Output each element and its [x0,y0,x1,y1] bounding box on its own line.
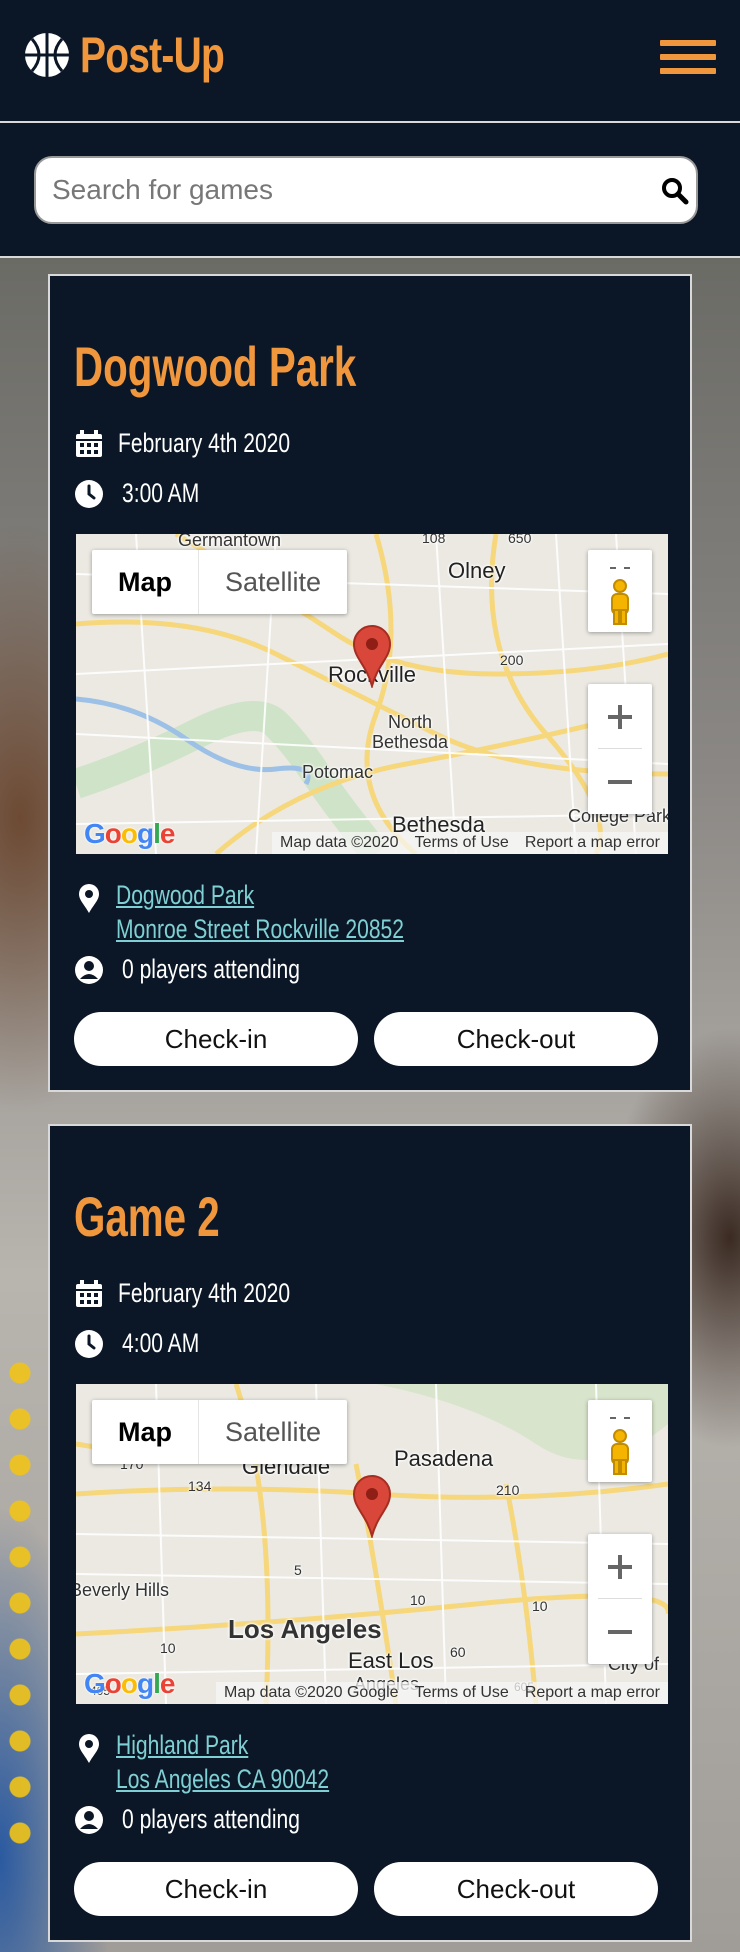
attendance-row: 0 players attending [74,1804,350,1835]
calendar-icon [76,429,102,457]
map-terms-link[interactable]: Terms of Use [406,1682,517,1704]
game-date-row: February 4th 2020 [74,428,339,459]
map-type-satellite-button[interactable]: Satellite [198,550,347,614]
map-type-map-button[interactable]: Map [92,550,198,614]
map-data-attribution: Map data ©2020 Google [216,1682,407,1704]
game-address-row: Dogwood Park Monroe Street Rockville 208… [74,878,485,946]
map-label: Germantown [178,534,282,550]
app-logo[interactable]: Post-Up [24,30,265,80]
map-label: 134 [188,1478,212,1494]
map-label: 10 [410,1592,426,1608]
check-in-button[interactable]: Check-in [74,1862,358,1916]
search-icon[interactable] [660,176,690,206]
zoom-out-icon[interactable] [588,749,652,814]
game-time-row: 4:00 AM [74,1328,221,1359]
app-name: Post-Up [80,27,225,83]
clock-icon [75,479,103,508]
map-label: North [388,712,433,732]
attending-count: 0 players attending [122,1804,300,1834]
map-report-link[interactable]: Report a map error [516,832,668,854]
address-link-street[interactable]: Monroe Street Rockville 20852 [116,912,404,946]
game-address-row: Highland Park Los Angeles CA 90042 [74,1728,389,1796]
zoom-out-icon[interactable] [588,1599,652,1664]
map-label: 200 [500,652,524,668]
game-card: Game 2 February 4th 2020 4:00 AM Glendal… [48,1124,692,1942]
basketball-icon [25,33,69,77]
user-circle-icon [75,955,103,984]
search-bar-section [0,125,740,258]
map-label: Potomac [302,762,374,782]
hamburger-menu-icon[interactable] [660,40,716,82]
map-report-link[interactable]: Report a map error [516,1682,668,1704]
game-date-row: February 4th 2020 [74,1278,339,1309]
user-circle-icon [75,1805,103,1834]
address-link-street[interactable]: Los Angeles CA 90042 [116,1762,329,1796]
location-pin-icon [79,1734,99,1763]
search-input[interactable] [52,168,612,212]
map-label: 5 [294,1562,302,1578]
map-type-toggle: Map Satellite [92,550,348,614]
check-out-button[interactable]: Check-out [374,1862,658,1916]
game-card: Dogwood Park February 4th 2020 3:00 AM G… [48,274,692,1092]
map-label: 650 [508,534,532,546]
map-type-toggle: Map Satellite [92,1400,348,1464]
google-map[interactable]: Germantown Olney Rockville North Bethesd… [76,534,668,854]
map-type-satellite-button[interactable]: Satellite [198,1400,347,1464]
address-link-name[interactable]: Highland Park [116,1728,329,1762]
map-footer: Map data ©2020 Terms of Use Report a map… [76,832,668,854]
map-type-map-button[interactable]: Map [92,1400,198,1464]
game-time: 4:00 AM [122,1328,200,1358]
top-nav: Post-Up [0,0,740,123]
game-title: Dogwood Park [74,335,357,398]
map-label: Pasadena [394,1446,494,1471]
zoom-in-icon[interactable] [588,1534,652,1599]
map-footer: Map data ©2020 Google Terms of Use Repor… [76,1682,668,1704]
map-label: Bethesda [372,732,449,752]
map-zoom-controls [588,1534,652,1664]
game-time-row: 3:00 AM [74,478,221,509]
map-zoom-controls [588,684,652,814]
check-in-button[interactable]: Check-in [74,1012,358,1066]
calendar-icon [76,1279,102,1307]
game-date: February 4th 2020 [118,428,291,458]
street-view-pegman-icon[interactable] [588,1400,652,1482]
map-label: 108 [422,534,446,546]
location-pin-icon [79,884,99,913]
street-view-pegman-icon[interactable] [588,550,652,632]
map-data-attribution: Map data ©2020 [272,832,407,854]
check-out-button[interactable]: Check-out [374,1012,658,1066]
game-time: 3:00 AM [122,478,200,508]
map-terms-link[interactable]: Terms of Use [406,832,517,854]
game-title: Game 2 [74,1185,220,1248]
map-marker-icon[interactable] [352,624,392,688]
map-label: Beverly Hills [76,1580,170,1600]
search-box [34,156,698,224]
clock-icon [75,1329,103,1358]
map-label: Los Angeles [228,1614,382,1644]
zoom-in-icon[interactable] [588,684,652,749]
map-label: 10 [532,1598,548,1614]
map-label: 60 [450,1644,466,1660]
map-label: 10 [160,1640,176,1656]
map-label: East Los [348,1648,434,1673]
map-label: Olney [448,558,506,583]
address-link-name[interactable]: Dogwood Park [116,878,404,912]
google-map[interactable]: Glendale Pasadena Beverly Hills Los Ange… [76,1384,668,1704]
map-label: 210 [496,1482,520,1498]
attendance-row: 0 players attending [74,954,350,985]
attending-count: 0 players attending [122,954,300,984]
map-marker-icon[interactable] [352,1474,392,1538]
game-date: February 4th 2020 [118,1278,291,1308]
